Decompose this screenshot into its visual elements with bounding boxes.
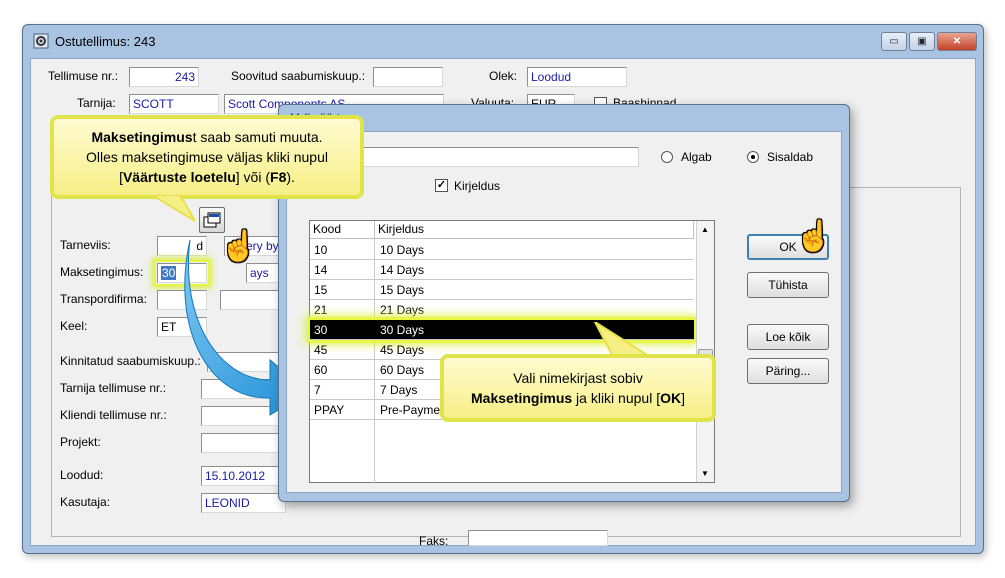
hand-cursor-ok-icon: ☝ <box>795 220 833 253</box>
kasutaja-field[interactable]: LEONID <box>201 493 286 513</box>
scroll-down-icon[interactable]: ▼ <box>701 469 709 478</box>
callout-bold-1: Maksetingimus <box>91 129 193 145</box>
tellimuse-nr-field[interactable]: 243 <box>129 67 199 87</box>
callout2-text-mid: ja kliki nupul [ <box>572 390 661 406</box>
callout-text-end: ). <box>286 169 295 185</box>
tarneviis-label: Tarneviis: <box>60 238 111 252</box>
kliendi-tellimuse-label: Kliendi tellimuse nr.: <box>60 408 167 422</box>
kirjeldus-checkbox-label: Kirjeldus <box>454 179 501 193</box>
olek-field[interactable]: Loodud <box>527 67 627 87</box>
table-row[interactable]: 21 21 Days <box>310 300 694 320</box>
kood-cell: 10 <box>314 243 328 257</box>
soovitud-field[interactable] <box>373 67 443 87</box>
projekt-label: Projekt: <box>60 435 101 449</box>
scroll-up-icon[interactable]: ▲ <box>701 225 709 234</box>
tarnija-label: Tarnija: <box>77 96 116 110</box>
close-button[interactable]: ✕ <box>937 32 977 51</box>
column-header-kood[interactable]: Kood <box>310 221 375 239</box>
callout-text-2: t saab samuti muuta. <box>192 129 323 145</box>
loodud-label: Loodud: <box>60 468 104 482</box>
faks-field[interactable] <box>468 530 608 546</box>
callout2-line-2: Maksetingimus ja kliki nupul [OK] <box>444 388 712 408</box>
soovitud-label: Soovitud saabumiskuup.: <box>231 69 366 83</box>
kood-cell: PPAY <box>314 403 345 417</box>
dialog-body: Algab Sisaldab ✓ Kirjeldus Kood Kirjeldu… <box>286 131 842 493</box>
radio-sisaldab-label: Sisaldab <box>767 150 814 164</box>
tellimuse-nr-label: Tellimuse nr.: <box>48 69 119 83</box>
select-value-dialog: Vali väärtus Algab Sisaldab ✓ Kirjeldus … <box>278 104 850 502</box>
tarnija-code-field[interactable]: SCOTT <box>129 94 219 114</box>
restore-button[interactable]: ▣ <box>909 32 935 51</box>
kirjeldus-cell: Pre-Payment <box>380 403 451 417</box>
radio-algab-label: Algab <box>681 150 712 164</box>
kood-cell: 14 <box>314 263 328 277</box>
window-title: Ostutellimus: 243 <box>55 34 156 49</box>
callout-maksetingimus-hint: Maksetingimust saab samuti muuta. Olles … <box>52 117 362 197</box>
kirjeldus-cell: 14 Days <box>380 263 425 277</box>
kood-cell: 60 <box>314 363 328 377</box>
kood-cell: 7 <box>314 383 321 397</box>
olek-label: Olek: <box>489 69 518 83</box>
callout2-line-1: Vali nimekirjast sobiv <box>513 370 643 386</box>
loodud-field[interactable]: 15.10.2012 <box>201 466 286 486</box>
kirjeldus-cell: 60 Days <box>380 363 425 377</box>
paring-button[interactable]: Päring... <box>747 358 829 384</box>
kood-cell: 15 <box>314 283 328 297</box>
callout-text-mid: ] või ( <box>235 169 271 185</box>
gear-window-icon <box>33 33 49 49</box>
column-header-kirjeldus[interactable]: Kirjeldus <box>375 221 694 239</box>
kirjeldus-cell: 21 Days <box>380 303 425 317</box>
search-input[interactable] <box>347 147 639 167</box>
main-titlebar[interactable]: Ostutellimus: 243 ▭ ▣ ✕ <box>23 25 983 57</box>
kirjeldus-cell: 15 Days <box>380 283 425 297</box>
callout-select-hint: Vali nimekirjast sobiv Maksetingimus ja … <box>442 356 714 420</box>
keel-label: Keel: <box>60 319 88 333</box>
callout2-bold-2: OK <box>660 390 682 406</box>
kood-cell: 45 <box>314 343 328 357</box>
callout2-text-end: ] <box>681 390 685 406</box>
table-row[interactable]: 14 14 Days <box>310 260 694 280</box>
callout-line-2: Olles maksetingimuse väljas kliki nupul <box>86 149 328 165</box>
tuhista-button[interactable]: Tühista <box>747 272 829 298</box>
callout-bold-2: Väärtuste loetelu <box>122 169 236 185</box>
callout-pointer-1 <box>150 195 196 222</box>
radio-algab[interactable] <box>661 151 673 163</box>
kirjeldus-cell: 10 Days <box>380 243 425 257</box>
table-row[interactable]: 10 10 Days <box>310 240 694 260</box>
tellimuse-nr-value: 243 <box>174 70 195 84</box>
faks-label: Faks: <box>419 534 449 548</box>
vertical-scrollbar[interactable]: ▲ ▼ <box>696 221 714 482</box>
callout-line-3: [Väärtuste loetelu] või (F8). <box>54 167 360 187</box>
kirjeldus-cell: 30 Days <box>380 323 425 337</box>
lookup-list-icon <box>203 212 221 228</box>
callout-bold-3: F8 <box>270 169 287 185</box>
maksetingimus-label: Maksetingimus: <box>60 265 144 279</box>
tarnija-tellimuse-label: Tarnija tellimuse nr.: <box>60 381 167 395</box>
kirjeldus-checkbox[interactable]: ✓ <box>435 179 448 192</box>
table-row[interactable]: 15 15 Days <box>310 280 694 300</box>
minimize-button[interactable]: ▭ <box>881 32 907 51</box>
kasutaja-label: Kasutaja: <box>60 495 111 509</box>
callout-line-1: Maksetingimust saab samuti muuta. <box>54 127 360 147</box>
projekt-field[interactable] <box>201 433 281 453</box>
kirjeldus-cell: 45 Days <box>380 343 425 357</box>
radio-sisaldab[interactable] <box>747 151 759 163</box>
kood-cell: 30 <box>314 323 328 337</box>
kirjeldus-cell: 7 Days <box>380 383 418 397</box>
callout2-bold-1: Maksetingimus <box>471 390 573 406</box>
kood-cell: 21 <box>314 303 328 317</box>
loe-koik-button[interactable]: Loe kõik <box>747 324 829 350</box>
transpordifirma-label: Transpordifirma: <box>60 292 147 306</box>
